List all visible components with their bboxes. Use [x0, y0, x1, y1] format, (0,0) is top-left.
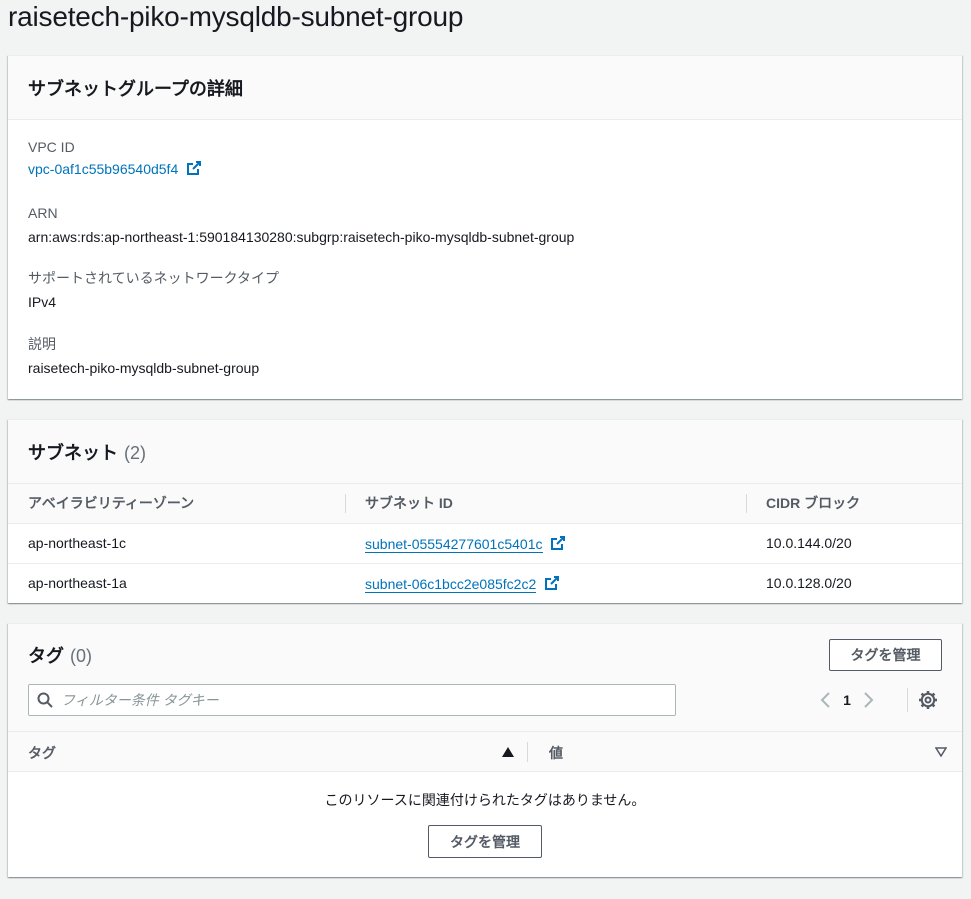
chevron-right-icon[interactable] [862, 692, 874, 708]
description-label: 説明 [28, 336, 56, 352]
pagination: 1 [820, 686, 874, 714]
chevron-left-icon[interactable] [820, 692, 832, 708]
subnet-id-cell: subnet-06c1bcc2e085fc2c2 [345, 563, 746, 603]
tags-header: タグ (0) タグを管理 1 [8, 624, 962, 732]
column-divider [527, 742, 528, 762]
tags-title-text: タグ [28, 646, 64, 666]
column-header-cidr[interactable]: CIDR ブロック [746, 484, 962, 523]
subnets-panel: サブネット (2) アベイラビリティーゾーン サブネット ID CIDR ブロック… [8, 419, 962, 603]
arn-field: ARN arn:aws:rds:ap-northeast-1:590184130… [28, 203, 574, 247]
subnet-id-link[interactable]: subnet-05554277601c5401c [365, 535, 543, 553]
external-link-icon[interactable] [186, 160, 202, 176]
subnets-title: サブネット (2) [28, 439, 146, 465]
table-row: ap-northeast-1a subnet-06c1bcc2e085fc2c2… [8, 563, 962, 603]
gear-icon[interactable] [918, 690, 938, 710]
vpc-id-link[interactable]: vpc-0af1c55b96540d5f4 [28, 161, 178, 177]
page-number[interactable]: 1 [832, 692, 862, 708]
tags-title: タグ (0) [28, 642, 92, 668]
cidr-cell: 10.0.128.0/20 [766, 575, 852, 592]
empty-tags-message: このリソースに関連付けられたタグはありません。 [324, 792, 646, 808]
details-title: サブネットグループの詳細 [28, 78, 243, 99]
external-link-icon[interactable] [544, 575, 560, 591]
network-type-field: サポートされているネットワークタイプ IPv4 [28, 268, 279, 312]
column-header-az[interactable]: アベイラビリティーゾーン [8, 484, 345, 523]
description-field: 説明 raisetech-piko-mysqldb-subnet-group [28, 334, 259, 378]
tag-search-field[interactable] [28, 684, 676, 716]
network-type-value: IPv4 [28, 294, 57, 310]
sort-descending-icon[interactable] [935, 747, 947, 757]
subnets-header: サブネット (2) [8, 420, 962, 484]
manage-tags-empty-button[interactable]: タグを管理 [428, 825, 542, 858]
subnet-id-link[interactable]: subnet-06c1bcc2e085fc2c2 [365, 575, 537, 593]
tags-table-header: タグ 値 [8, 732, 962, 772]
subnets-table: アベイラビリティーゾーン サブネット ID CIDR ブロック ap-north… [8, 484, 962, 603]
page-title: raisetech-piko-mysqldb-subnet-group [8, 1, 464, 32]
subnet-id-cell: subnet-05554277601c5401c [345, 523, 746, 563]
az-cell: ap-northeast-1c [28, 535, 127, 551]
column-header-tag-key[interactable]: タグ [28, 743, 56, 763]
subnet-group-details-panel: サブネットグループの詳細 VPC ID vpc-0af1c55b96540d5f… [8, 55, 962, 399]
arn-value: arn:aws:rds:ap-northeast-1:590184130280:… [28, 229, 575, 245]
manage-tags-button[interactable]: タグを管理 [829, 639, 942, 671]
pagination-divider [907, 688, 908, 712]
cidr-cell: 10.0.144.0/20 [766, 535, 852, 551]
subnets-count: (2) [124, 442, 146, 463]
tags-count: (0) [70, 646, 92, 666]
details-header: サブネットグループの詳細 [8, 56, 962, 120]
tags-panel: タグ (0) タグを管理 1 [8, 623, 962, 877]
vpc-id-label: VPC ID [28, 139, 75, 155]
sort-ascending-icon[interactable] [502, 747, 514, 757]
search-icon [37, 692, 53, 708]
column-header-tag-value[interactable]: 値 [549, 743, 563, 763]
arn-label: ARN [28, 205, 58, 221]
vpc-id-field: VPC ID vpc-0af1c55b96540d5f4 [28, 137, 202, 179]
external-link-icon[interactable] [550, 535, 566, 551]
tag-search-input[interactable] [61, 692, 651, 708]
description-value: raisetech-piko-mysqldb-subnet-group [28, 360, 260, 376]
az-cell: ap-northeast-1a [28, 575, 127, 592]
column-header-subnet-id[interactable]: サブネット ID [345, 484, 746, 523]
subnets-table-header: アベイラビリティーゾーン サブネット ID CIDR ブロック [8, 484, 962, 523]
network-type-label: サポートされているネットワークタイプ [28, 270, 280, 286]
table-row: ap-northeast-1c subnet-05554277601c5401c… [8, 523, 962, 563]
subnets-title-text: サブネット [28, 442, 118, 463]
